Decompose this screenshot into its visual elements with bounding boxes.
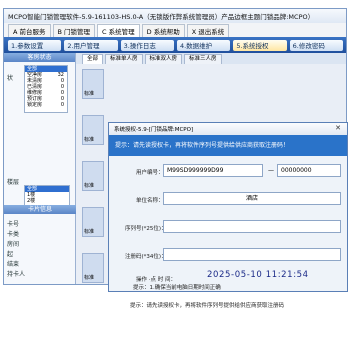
- room-card-label: 标准: [84, 275, 95, 281]
- status-label: 状: [7, 75, 14, 82]
- status-row-label: 锁定房: [27, 102, 43, 108]
- window-title: MCPO智能门锁管理软件-5.9-161103-HS.0-A（无锁版作弊系统管理…: [8, 13, 315, 21]
- card-no-label: 卡号: [7, 221, 20, 228]
- room-card-label: 标准: [84, 229, 95, 235]
- serial-number-label: 序列号(*25位)：: [125, 226, 167, 232]
- tab-system-authorization[interactable]: 5.系统授权: [233, 39, 287, 51]
- room-card[interactable]: 标准: [82, 207, 104, 237]
- authorization-dialog: 系统授权-5.9-[门锁品牌:MCPO] ✕ 提示：请先读授权卡，再将软件序列号…: [108, 122, 348, 292]
- room-tab-single[interactable]: 标准单人房: [105, 54, 143, 64]
- hint-line-2: 提示：请先读授权卡，再将软件序列号提供给供应商获取注册码: [130, 303, 285, 309]
- card-info-header: 卡片信息: [4, 205, 76, 214]
- room-type-tabs: 全部 标准单人房 标准双人房 标准三人房: [76, 53, 346, 64]
- main-tab-bar: 1.参数设置 2.用户管理 3.操作日志 4.数据维护 5.系统授权 6.修改密…: [4, 37, 346, 53]
- status-row-count: 0: [60, 102, 64, 108]
- room-card-label: 标准: [84, 91, 95, 97]
- floor-label: 楼层: [7, 179, 20, 186]
- registration-code-label: 注册码(*34位)：: [125, 254, 167, 260]
- user-code-label: 用户编号：: [136, 170, 164, 176]
- hotel-name-label: 单位名称：: [136, 198, 164, 204]
- tab-change-password[interactable]: 6.修改密码: [289, 39, 343, 51]
- tab-data-maintenance[interactable]: 4.数据维护: [176, 39, 231, 51]
- tab-parameters[interactable]: 1.参数设置: [8, 39, 62, 51]
- window-titlebar[interactable]: MCPO智能门锁管理软件-5.9-161103-HS.0-A（无锁版作弊系统管理…: [4, 9, 346, 23]
- room-card[interactable]: 标准: [82, 69, 104, 99]
- user-code-suffix-field[interactable]: 00000000: [277, 164, 341, 177]
- room-card-label: 标准: [84, 183, 95, 189]
- menu-exit[interactable]: X 退出系统: [186, 24, 230, 37]
- menu-bar: A 前台服务 B 门锁管理 C 系统管理 D 系统帮助 X 退出系统: [4, 23, 346, 37]
- dialog-title: 系统授权-5.9-[门锁品牌:MCPO]: [114, 127, 194, 133]
- room-tab-double[interactable]: 标准双人房: [144, 54, 183, 64]
- menu-system-management[interactable]: C 系统管理: [97, 24, 140, 37]
- room-status-header: 客房状态: [4, 53, 75, 62]
- serial-number-field[interactable]: [163, 220, 341, 233]
- tab-users[interactable]: 2.用户管理: [64, 39, 118, 51]
- card-start-label: 起: [7, 251, 14, 258]
- card-type-label: 卡类: [7, 231, 20, 238]
- dialog-notice: 提示：请先读授权卡，再将软件序列号提供给供应商获取注册码！: [109, 135, 347, 156]
- card-holder-label: 持卡人: [7, 271, 26, 278]
- user-code-field[interactable]: M99SD999999D99: [163, 164, 263, 177]
- room-status-sidebar: 客房状态 状 全部 空净房 32 未清房 0 已清房 0 维修房 0 预订房 0 锁定房 0…: [4, 53, 76, 284]
- room-status-list[interactable]: 全部 空净房 32 未清房 0 已清房 0 维修房 0 预订房 0 锁定房 0: [24, 65, 68, 113]
- hotel-name-field[interactable]: 酒店: [163, 192, 341, 205]
- room-tab-all[interactable]: 全部: [82, 54, 104, 64]
- user-code-separator: —: [268, 167, 274, 174]
- room-tab-triple[interactable]: 标准三人房: [184, 54, 222, 64]
- registration-code-field[interactable]: [163, 248, 341, 261]
- status-row[interactable]: 锁定房 0: [25, 102, 67, 108]
- tab-operation-log[interactable]: 3.操作日志: [120, 39, 174, 51]
- operation-time-value: 2025-05-10 11:21:54: [207, 270, 309, 280]
- floor-row[interactable]: 2楼: [25, 198, 69, 204]
- close-icon[interactable]: ✕: [331, 124, 345, 133]
- operation-time-label: 操作 ·点 时 间：: [136, 277, 176, 283]
- hint-line-1: 提示：1.确保当前电脑日期时间正确: [133, 285, 221, 291]
- menu-system-help[interactable]: D 系统帮助: [141, 24, 185, 37]
- card-end-label: 结束: [7, 261, 20, 268]
- dialog-body: 用户编号： M99SD999999D99 — 00000000 单位名称： 酒店…: [109, 156, 347, 291]
- room-card[interactable]: 标准: [82, 253, 104, 283]
- room-card-label: 标准: [84, 137, 95, 143]
- menu-front-desk[interactable]: A 前台服务: [8, 24, 51, 37]
- card-room-label: 房间: [7, 241, 20, 248]
- room-card[interactable]: 标准: [82, 115, 104, 145]
- room-card[interactable]: 标准: [82, 161, 104, 191]
- menu-lock-management[interactable]: B 门锁管理: [52, 24, 96, 37]
